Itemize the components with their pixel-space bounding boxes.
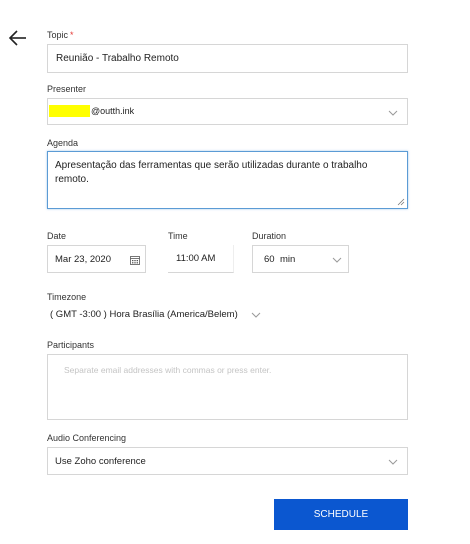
audio-select[interactable]: Use Zoho conference: [47, 447, 408, 475]
participants-label: Participants: [47, 340, 95, 350]
timezone-select[interactable]: ( GMT -3:00 ) Hora Brasília (America/Bel…: [47, 306, 277, 324]
presenter-email-suffix: @outth.ink: [91, 106, 135, 116]
participants-placeholder: Separate email addresses with commas or …: [64, 365, 272, 375]
timezone-label: Timezone: [47, 292, 87, 302]
presenter-redaction: [49, 105, 90, 117]
chevron-down-icon: [387, 457, 399, 467]
date-label: Date: [47, 231, 67, 241]
time-value: 11:00 AM: [176, 253, 216, 264]
participants-input[interactable]: Separate email addresses with commas or …: [47, 354, 408, 420]
agenda-textarea[interactable]: Apresentação das ferramentas que serão u…: [47, 151, 408, 209]
topic-label-text: Topic: [47, 30, 69, 40]
schedule-button[interactable]: SCHEDULE: [274, 499, 408, 530]
duration-value: 60: [264, 254, 275, 265]
audio-value: Use Zoho conference: [55, 456, 146, 467]
agenda-label: Agenda: [47, 138, 79, 148]
duration-select[interactable]: 60 min: [252, 245, 349, 273]
date-value: Mar 23, 2020: [55, 254, 111, 265]
agenda-value: Apresentação das ferramentas que serão u…: [55, 160, 368, 185]
chevron-down-icon: [250, 310, 262, 320]
duration-unit: min: [280, 254, 296, 265]
topic-value: Reunião - Trabalho Remoto: [56, 53, 179, 64]
presenter-label: Presenter: [47, 84, 87, 94]
resize-handle-icon[interactable]: [397, 198, 405, 206]
schedule-button-label: SCHEDULE: [313, 509, 369, 520]
timezone-value: ( GMT -3:00 ) Hora Brasília (America/Bel…: [50, 309, 238, 320]
audio-label: Audio Conferencing: [47, 433, 127, 443]
back-arrow-icon[interactable]: [8, 29, 28, 47]
required-mark: *: [70, 30, 74, 40]
time-label: Time: [168, 231, 188, 241]
time-picker[interactable]: 11:00 AM: [168, 245, 234, 273]
topic-input[interactable]: Reunião - Trabalho Remoto: [47, 44, 408, 73]
presenter-select[interactable]: @outth.ink: [47, 98, 408, 125]
duration-label: Duration: [252, 231, 287, 241]
chevron-down-icon: [331, 255, 343, 265]
topic-label: Topic *: [47, 30, 74, 40]
date-picker[interactable]: Mar 23, 2020: [47, 245, 146, 273]
calendar-icon[interactable]: [130, 255, 140, 265]
chevron-down-icon: [387, 108, 399, 118]
